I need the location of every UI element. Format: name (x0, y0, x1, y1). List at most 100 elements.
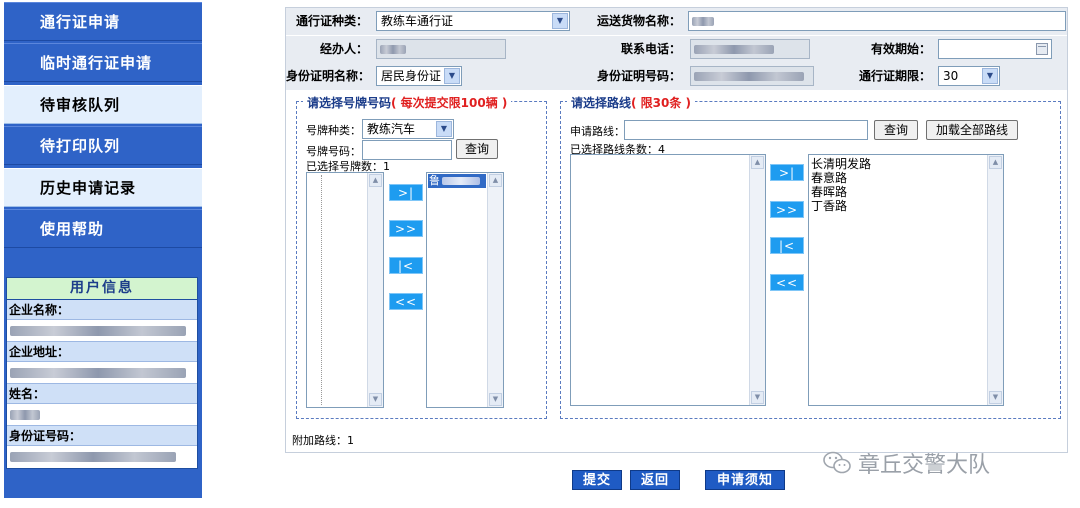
extra-route-count: 附加路线：1 (292, 434, 354, 447)
sidebar-item-label: 待打印队列 (40, 137, 121, 155)
id-doc-name-select[interactable]: 居民身份证 ▼ (376, 66, 462, 86)
sidebar-item-label: 临时通行证申请 (40, 54, 153, 72)
plate-legend: 请选择号牌号码( 每次提交限100辆 ) (303, 94, 512, 111)
selected-routes-list[interactable]: 长清明发路 春意路 春晖路 丁香路 ▲ ▼ (808, 154, 1004, 406)
plate-type-label: 号牌种类： (306, 124, 361, 137)
id-doc-name-value: 居民身份证 (381, 69, 442, 83)
company-address-value (7, 363, 197, 384)
load-all-routes-button[interactable]: 加载全部路线 (926, 120, 1018, 140)
permit-type-label: 通行证种类： (295, 14, 368, 28)
wechat-icon (823, 451, 851, 474)
route-query-button[interactable]: 查询 (874, 120, 918, 140)
sidebar-item-history[interactable]: 历史申请记录 (4, 168, 202, 207)
company-name-label: 企业名称： (7, 300, 197, 320)
handler-field (376, 39, 506, 59)
valid-start-label: 有效期始： (870, 42, 931, 56)
permit-type-select[interactable]: 教练车通行证 ▼ (376, 11, 570, 31)
apply-route-input[interactable] (624, 120, 868, 140)
plate-number-input[interactable] (362, 140, 452, 160)
selected-plate-item[interactable]: 鲁 (428, 174, 486, 188)
list-item[interactable]: 丁香路 (811, 199, 847, 213)
handler-label: 经办人： (319, 42, 368, 56)
available-plates-scrollbar[interactable]: ▲ ▼ (367, 173, 383, 407)
sidebar-item-permit-apply[interactable]: 通行证申请 (4, 2, 202, 41)
available-plates-list[interactable]: ▲ ▼ (306, 172, 384, 408)
selected-plates-list[interactable]: 鲁 ▲ ▼ (426, 172, 504, 408)
permit-period-select[interactable]: 30 ▼ (938, 66, 1000, 86)
notice-button[interactable]: 申请须知 (705, 470, 785, 490)
list-guide (321, 175, 322, 405)
available-routes-list[interactable]: ▲ ▼ (570, 154, 766, 406)
scroll-down-icon[interactable]: ▼ (489, 393, 502, 406)
company-name-value (7, 321, 197, 342)
plate-remove-one-button[interactable]: |< (389, 257, 423, 274)
scroll-up-icon[interactable]: ▲ (989, 156, 1002, 169)
scroll-down-icon[interactable]: ▼ (989, 391, 1002, 404)
plate-add-all-button[interactable]: >> (389, 220, 423, 237)
sidebar-item-pending-print[interactable]: 待打印队列 (4, 126, 202, 165)
plate-legend-note: ( 每次提交限100辆 ) (391, 96, 508, 110)
list-item[interactable]: 长清明发路 (811, 157, 871, 171)
sidebar-item-label: 通行证申请 (40, 13, 121, 31)
plate-number-label: 号牌号码： (306, 145, 361, 158)
route-remove-one-button[interactable]: |< (770, 237, 804, 254)
scroll-up-icon[interactable]: ▲ (489, 174, 502, 187)
route-legend-note: ( 限30条 ) (631, 96, 692, 110)
id-doc-number-field (690, 66, 814, 86)
permit-period-label: 通行证期限： (858, 69, 931, 83)
route-legend-text: 请选择路线 (571, 96, 632, 110)
apply-route-label: 申请路线： (570, 125, 625, 138)
route-remove-all-button[interactable]: << (770, 274, 804, 291)
name-value (7, 405, 197, 426)
company-address-label: 企业地址： (7, 342, 197, 362)
cargo-name-input[interactable] (688, 11, 1066, 31)
scroll-up-icon[interactable]: ▲ (369, 174, 382, 187)
user-info-title: 用户信息 (7, 278, 197, 300)
id-doc-number-label: 身份证明号码： (596, 69, 681, 83)
list-item[interactable]: 春意路 (811, 171, 847, 185)
available-routes-scrollbar[interactable]: ▲ ▼ (749, 155, 765, 405)
route-add-one-button[interactable]: >| (770, 164, 804, 181)
watermark-text: 章丘交警大队 (858, 453, 991, 478)
phone-label: 联系电话： (620, 42, 681, 56)
user-info-panel: 用户信息 企业名称： 企业地址： 姓名： 身份证号码： (6, 277, 198, 469)
plate-type-value: 教练汽车 (367, 122, 416, 136)
cargo-name-label: 运送货物名称： (596, 14, 681, 28)
sidebar-item-temp-permit-apply[interactable]: 临时通行证申请 (4, 43, 202, 82)
scroll-down-icon[interactable]: ▼ (751, 391, 764, 404)
submit-button[interactable]: 提交 (572, 470, 622, 490)
permit-type-value: 教练车通行证 (381, 14, 454, 28)
sidebar-item-label: 历史申请记录 (40, 179, 137, 197)
scroll-down-icon[interactable]: ▼ (369, 393, 382, 406)
chevron-down-icon: ▼ (444, 68, 460, 84)
selected-routes-scrollbar[interactable]: ▲ ▼ (987, 155, 1003, 405)
route-add-all-button[interactable]: >> (770, 201, 804, 218)
sidebar-item-help[interactable]: 使用帮助 (4, 209, 202, 248)
valid-start-input[interactable] (938, 39, 1052, 59)
name-label: 姓名： (7, 384, 197, 404)
scroll-up-icon[interactable]: ▲ (751, 156, 764, 169)
watermark: 章丘交警大队 (822, 448, 1072, 478)
plate-add-one-button[interactable]: >| (389, 184, 423, 201)
chevron-down-icon: ▼ (552, 13, 568, 29)
plate-remove-all-button[interactable]: << (389, 293, 423, 310)
back-button[interactable]: 返回 (630, 470, 680, 490)
id-number-value (7, 447, 197, 467)
list-item[interactable]: 春晖路 (811, 185, 847, 199)
sidebar-item-label: 使用帮助 (40, 220, 105, 238)
id-number-label: 身份证号码： (7, 426, 197, 446)
sidebar-item-label: 待审核队列 (40, 96, 121, 114)
calendar-icon[interactable] (1036, 43, 1048, 55)
chevron-down-icon: ▼ (436, 121, 452, 137)
permit-period-value: 30 (943, 69, 959, 83)
id-doc-name-label: 身份证明名称： (286, 69, 371, 83)
plate-legend-text: 请选择号牌号码 (307, 96, 392, 110)
chevron-down-icon: ▼ (982, 68, 998, 84)
sidebar-item-pending-review[interactable]: 待审核队列 (4, 85, 202, 124)
selected-plate-prefix: 鲁 (429, 174, 440, 187)
selected-plates-scrollbar[interactable]: ▲ ▼ (487, 173, 503, 407)
phone-field (690, 39, 810, 59)
plate-type-select[interactable]: 教练汽车 ▼ (362, 119, 454, 139)
plate-query-button[interactable]: 查询 (456, 139, 498, 159)
route-legend: 请选择路线( 限30条 ) (567, 94, 696, 111)
